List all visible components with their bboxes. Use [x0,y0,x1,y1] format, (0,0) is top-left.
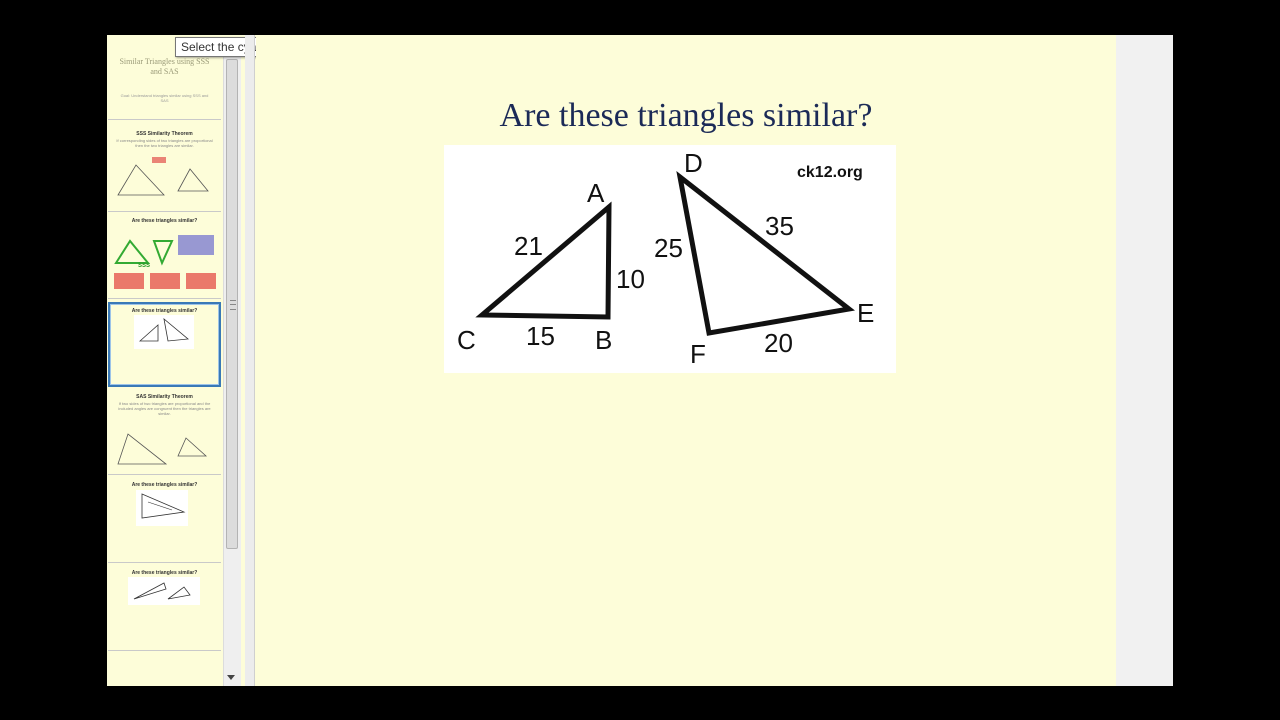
slide-thumbnail-6[interactable]: Are these triangles similar? [108,478,221,563]
vertex-label-d: D [684,148,703,178]
thumbnail-title: SSS Similarity Theorem [136,131,193,137]
thumbnail-body: If two sides of two triangles are propor… [118,401,211,416]
right-margin-panel [1116,35,1173,686]
thumbnail-title: SAS Similarity Theorem [136,394,193,400]
thumbnail-triangles-image [134,315,194,349]
slide-thumbnail-5[interactable]: SAS Similarity Theorem If two sides of t… [108,390,221,475]
side-label-df: 25 [654,233,683,263]
vertex-label-b: B [595,325,613,355]
thumbnail-annotated-image [114,235,216,289]
side-label-de: 35 [765,211,794,241]
side-label-ac: 21 [514,231,543,261]
slide-thumbnail-2[interactable]: SSS Similarity Theorem If corresponding … [108,127,221,212]
thumbnail-triangles-image [117,157,209,196]
vertex-label-a: A [587,178,605,208]
vertex-label-e: E [857,298,875,328]
presentation-app: Similar Triangles using SSS and SAS Goal… [107,35,1173,686]
triangles-figure: ck12.org A B C D E F 21 10 15 25 35 20 [444,145,896,373]
thumbnail-triangles-image [136,490,188,526]
slide-thumbnail-panel: Similar Triangles using SSS and SAS Goal… [107,35,331,686]
triangle-abc [475,201,612,320]
vertex-label-c: C [457,325,476,355]
thumbnail-triangles-image [128,577,200,605]
slide-thumbnail-7[interactable]: Are these triangles similar? [108,566,221,651]
thumbnail-list: Similar Triangles using SSS and SAS Goal… [107,35,222,686]
slide-thumbnail-8[interactable] [108,654,221,686]
triangle-def [676,170,855,336]
ck12-watermark: ck12.org [797,164,863,181]
slide-thumbnail-4[interactable]: Are these triangles similar? [108,302,221,387]
thumbnail-body: SSS [138,263,151,269]
panel-splitter[interactable] [245,35,255,686]
thumbnail-title: Similar Triangles using SSS and SAS [119,57,210,76]
slide-thumbnail-3[interactable]: Are these triangles similar? SSS [108,214,221,299]
scrollbar-thumb[interactable] [226,59,238,549]
vertex-label-f: F [690,339,706,369]
slide-title: Are these triangles similar? [499,97,873,134]
grip-icon [230,300,236,310]
thumbnail-body: If corresponding sides of two triangles … [116,138,213,148]
thumbnail-body: Goal: Understand triangles similar using… [120,93,209,103]
thumbnail-scrollbar[interactable] [223,53,241,686]
side-label-ab: 10 [616,264,645,294]
thumbnail-triangles-image [117,433,208,465]
scroll-down-arrow-icon[interactable] [227,675,235,680]
slide-canvas: Are these triangles similar? ck12.org A … [256,35,1116,686]
side-label-cb: 15 [526,321,555,351]
side-label-fe: 20 [764,328,793,358]
